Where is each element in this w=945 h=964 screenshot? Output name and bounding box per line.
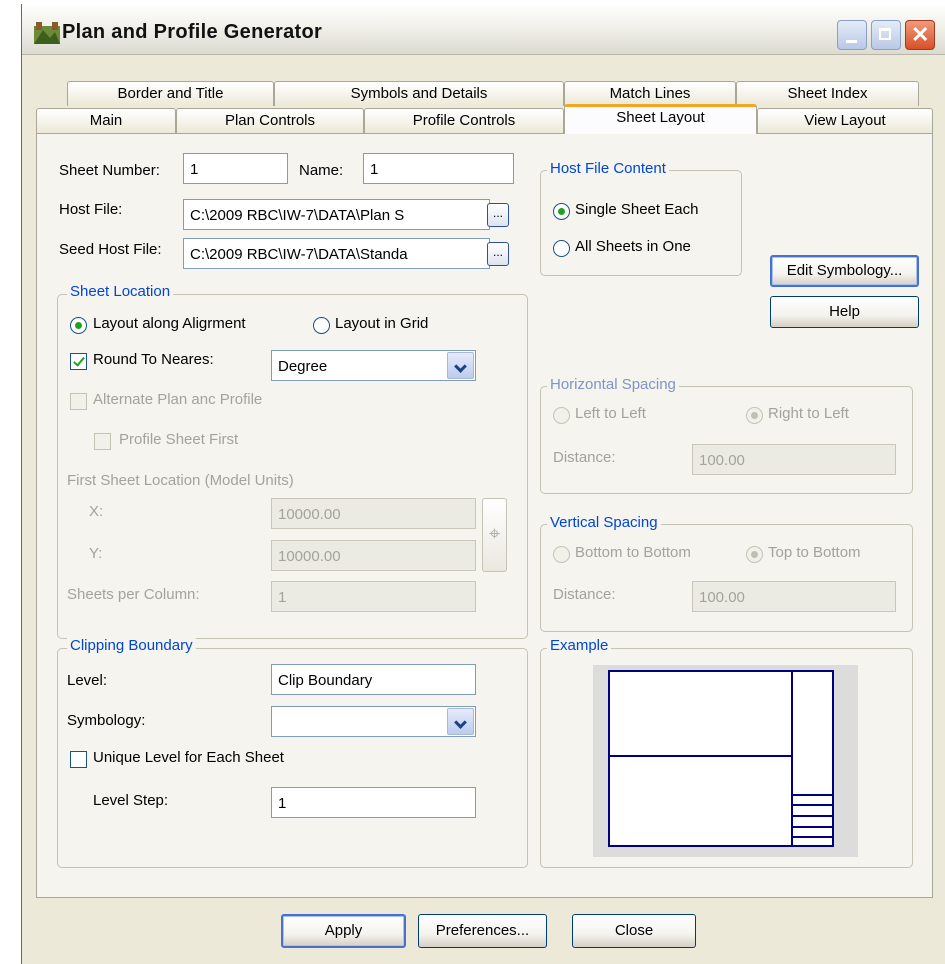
right-to-left-label: Right to Left xyxy=(768,405,849,422)
vertical-spacing-title: Vertical Spacing xyxy=(547,514,661,531)
horizontal-distance-label: Distance: xyxy=(553,449,616,466)
tab-sheet-layout[interactable]: Sheet Layout xyxy=(564,104,757,134)
round-to-nearest-value: Degree xyxy=(278,358,328,375)
horizontal-distance-field[interactable]: 100.00 xyxy=(692,444,896,475)
level-field[interactable]: Clip Boundary xyxy=(271,664,476,695)
layout-in-grid-radio[interactable] xyxy=(313,317,330,334)
chevron-down-icon[interactable] xyxy=(447,352,474,379)
round-to-nearest-label[interactable]: Round To Neares: xyxy=(93,351,214,368)
profile-sheet-first-label: Profile Sheet First xyxy=(119,431,239,448)
sheet-layout-example-diagram xyxy=(608,670,834,847)
apply-button[interactable]: Apply xyxy=(281,914,406,948)
alternate-plan-profile-label: Alternate Plan anc Profile xyxy=(93,391,263,408)
round-to-nearest-select[interactable]: Degree xyxy=(271,350,476,381)
example-title: Example xyxy=(547,637,612,654)
seed-host-file-label: Seed Host File: xyxy=(59,241,162,258)
profile-sheet-first-checkbox[interactable] xyxy=(94,433,111,450)
maximize-button[interactable] xyxy=(871,20,901,50)
vertical-distance-field[interactable]: 100.00 xyxy=(692,581,896,612)
tab-view-layout[interactable]: View Layout xyxy=(757,108,933,133)
tab-symbols-and-details[interactable]: Symbols and Details xyxy=(274,81,564,106)
sheets-per-column-field[interactable]: 1 xyxy=(271,581,476,612)
dialog-window: Plan and Profile Generator ✕ Border and … xyxy=(21,4,945,964)
top-to-bottom-label: Top to Bottom xyxy=(768,544,861,561)
level-step-label: Level Step: xyxy=(93,792,169,809)
vertical-spacing-group xyxy=(540,524,913,632)
preferences-button[interactable]: Preferences... xyxy=(418,914,547,948)
unique-level-checkbox[interactable] xyxy=(70,751,87,768)
round-to-nearest-checkbox[interactable] xyxy=(70,353,87,370)
sheet-number-label: Sheet Number: xyxy=(59,162,160,179)
horizontal-spacing-title: Horizontal Spacing xyxy=(547,376,679,393)
seed-host-file-field[interactable]: C:\2009 RBC\IW-7\DATA\Standa xyxy=(183,238,490,269)
minimize-icon xyxy=(846,40,857,43)
left-to-left-radio[interactable] xyxy=(553,407,570,424)
x-label: X: xyxy=(89,503,104,520)
top-to-bottom-radio[interactable] xyxy=(746,546,763,563)
single-sheet-each-label[interactable]: Single Sheet Each xyxy=(575,201,698,218)
layout-along-alignment-label[interactable]: Layout along Aligrment xyxy=(93,315,246,332)
sheet-number-field[interactable]: 1 xyxy=(183,153,288,184)
bottom-to-bottom-label: Bottom to Bottom xyxy=(575,544,691,561)
tab-profile-controls[interactable]: Profile Controls xyxy=(364,108,564,133)
seed-host-file-browse-button[interactable]: ... xyxy=(487,242,509,266)
close-window-button[interactable]: ✕ xyxy=(905,20,935,50)
sheets-per-column-label: Sheets per Column: xyxy=(67,586,200,603)
bottom-to-bottom-radio[interactable] xyxy=(553,546,570,563)
host-file-content-group xyxy=(540,170,742,276)
all-sheets-in-one-radio[interactable] xyxy=(553,240,570,257)
alternate-plan-profile-checkbox[interactable] xyxy=(70,393,87,410)
tab-border-and-title[interactable]: Border and Title xyxy=(67,81,274,106)
crosshair-icon: ⌖ xyxy=(488,523,501,545)
clipping-boundary-title: Clipping Boundary xyxy=(67,637,196,654)
name-field[interactable]: 1 xyxy=(363,153,514,184)
left-to-left-label: Left to Left xyxy=(575,405,646,422)
symbology-label: Symbology: xyxy=(67,712,146,729)
x-field[interactable]: 10000.00 xyxy=(271,498,476,529)
edit-symbology-button[interactable]: Edit Symbology... xyxy=(770,255,919,287)
y-field[interactable]: 10000.00 xyxy=(271,540,476,571)
host-file-content-title: Host File Content xyxy=(547,160,669,177)
host-file-label: Host File: xyxy=(59,201,123,218)
tab-match-lines[interactable]: Match Lines xyxy=(564,81,736,106)
layout-along-alignment-radio[interactable] xyxy=(70,317,87,334)
tab-plan-controls[interactable]: Plan Controls xyxy=(176,108,364,133)
tab-main[interactable]: Main xyxy=(36,108,176,133)
tab-sheet-index[interactable]: Sheet Index xyxy=(736,81,919,106)
sheet-location-title: Sheet Location xyxy=(67,283,174,300)
horizontal-spacing-group xyxy=(540,386,913,494)
first-sheet-location-label: First Sheet Location (Model Units) xyxy=(67,472,294,489)
app-icon xyxy=(34,22,60,44)
y-label: Y: xyxy=(89,545,103,562)
close-icon: ✕ xyxy=(911,22,930,47)
right-to-left-radio[interactable] xyxy=(746,407,763,424)
host-file-field[interactable]: C:\2009 RBC\IW-7\DATA\Plan S xyxy=(183,199,490,230)
vertical-distance-label: Distance: xyxy=(553,586,616,603)
all-sheets-in-one-label[interactable]: All Sheets in One xyxy=(575,238,691,255)
pick-location-button[interactable]: ⌖ xyxy=(482,498,507,572)
help-button[interactable]: Help xyxy=(770,296,919,328)
level-label: Level: xyxy=(67,672,108,689)
maximize-icon xyxy=(879,28,891,40)
title-bar[interactable]: Plan and Profile Generator ✕ xyxy=(22,4,945,55)
layout-in-grid-label[interactable]: Layout in Grid xyxy=(335,315,428,332)
chevron-down-icon[interactable] xyxy=(447,708,474,735)
symbology-select[interactable] xyxy=(271,706,476,737)
level-step-field[interactable]: 1 xyxy=(271,787,476,818)
host-file-browse-button[interactable]: ... xyxy=(487,203,509,227)
single-sheet-each-radio[interactable] xyxy=(553,203,570,220)
window-title: Plan and Profile Generator xyxy=(62,21,323,43)
name-label: Name: xyxy=(299,162,344,179)
minimize-button[interactable] xyxy=(837,20,867,50)
unique-level-label[interactable]: Unique Level for Each Sheet xyxy=(93,749,284,766)
close-button[interactable]: Close xyxy=(572,914,696,948)
